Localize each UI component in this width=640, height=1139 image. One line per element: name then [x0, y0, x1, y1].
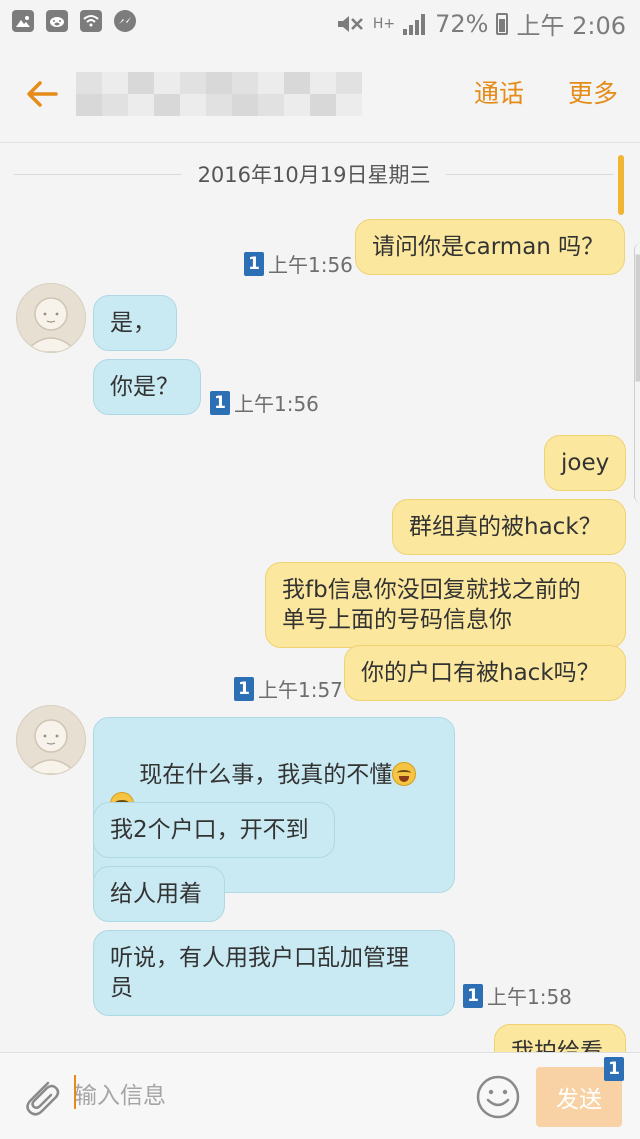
mute-icon	[337, 15, 363, 32]
battery-icon	[496, 12, 509, 35]
divider	[14, 173, 182, 175]
message-meta: 1 上午1:57	[234, 674, 343, 703]
message-bubble-outgoing[interactable]: 我fb信息你没回复就找之前的 单号上面的号码信息你	[265, 562, 626, 648]
message-time: 上午1:56	[234, 392, 319, 416]
message-bubble-incoming[interactable]: 听说，有人用我户口乱加管理 员	[93, 930, 455, 1016]
scrollbar-thumb[interactable]	[618, 155, 624, 215]
person-icon	[23, 719, 79, 774]
gallery-icon	[12, 10, 34, 32]
messenger-icon	[114, 10, 136, 32]
message-bubble-outgoing[interactable]: 你的户口有被hack吗？	[344, 645, 626, 701]
date-separator: 2016年10月19日星期三	[14, 159, 615, 189]
message-bubble-incoming[interactable]: 是，	[93, 295, 177, 351]
contact-avatar[interactable]	[16, 705, 86, 775]
laughing-tears-emoji-icon	[392, 762, 417, 786]
text-cursor	[74, 1075, 76, 1109]
message-time: 上午1:57	[258, 678, 343, 702]
clock: 上午 2:06	[516, 12, 626, 40]
wifi-icon	[80, 10, 102, 32]
signal-icon	[403, 13, 427, 35]
status-bar: H+ 72% 上午 2:06	[0, 0, 640, 44]
unread-count-badge: 1	[244, 251, 264, 276]
battery-percent: 72%	[435, 9, 489, 38]
divider	[446, 173, 615, 175]
message-input[interactable]	[72, 1073, 456, 1119]
message-text: 现在什么事，我真的不懂	[139, 762, 393, 788]
contact-avatar[interactable]	[16, 283, 86, 353]
contact-name-redacted	[76, 72, 362, 116]
attach-button[interactable]	[18, 1073, 62, 1119]
system-indicators: H+ 72% 上午 2:06	[335, 6, 626, 41]
send-count-badge: 1	[604, 1057, 624, 1081]
emoji-button[interactable]	[474, 1073, 522, 1121]
message-bubble-incoming[interactable]: 我2个户口，开不到	[93, 802, 335, 858]
message-bubble-outgoing[interactable]: 请问你是carman 吗？	[355, 219, 625, 275]
message-time: 上午1:56	[268, 253, 353, 277]
call-button[interactable]: 通话	[474, 74, 524, 110]
unread-count-badge: 1	[463, 983, 483, 1008]
more-button[interactable]: 更多	[568, 74, 618, 110]
unread-count-badge: 1	[210, 390, 230, 415]
message-meta: 1 上午1:58	[463, 981, 572, 1010]
message-time: 上午1:58	[487, 985, 572, 1009]
message-bubble-incoming[interactable]: 给人用着	[93, 866, 225, 922]
message-bubble-outgoing[interactable]: 我拍给看	[494, 1024, 626, 1052]
smiley-icon	[476, 1075, 520, 1119]
message-bubble-incoming[interactable]: 你是？	[93, 359, 201, 415]
chat-header: 通话 更多	[0, 44, 640, 143]
person-icon	[23, 297, 79, 352]
message-bubble-outgoing[interactable]: joey	[544, 435, 626, 491]
message-bubble-outgoing[interactable]: 群组真的被hack？	[392, 499, 626, 555]
notification-icons	[12, 10, 136, 32]
unread-count-badge: 1	[234, 676, 254, 701]
message-meta: 1 上午1:56	[210, 388, 319, 417]
network-type: H+	[372, 15, 396, 32]
pig-icon	[46, 10, 68, 32]
back-arrow-icon	[27, 81, 58, 107]
side-panel-handle[interactable]	[634, 243, 640, 503]
date-label: 2016年10月19日星期三	[197, 163, 431, 187]
back-button[interactable]	[22, 74, 62, 114]
message-meta: 1 上午1:56	[244, 249, 353, 278]
composer-bar: 发送 1	[0, 1052, 640, 1139]
message-list[interactable]: 2016年10月19日星期三 请问你是carman 吗？ 1 上午1:56 是，…	[0, 143, 640, 1052]
paperclip-icon	[26, 1081, 60, 1116]
